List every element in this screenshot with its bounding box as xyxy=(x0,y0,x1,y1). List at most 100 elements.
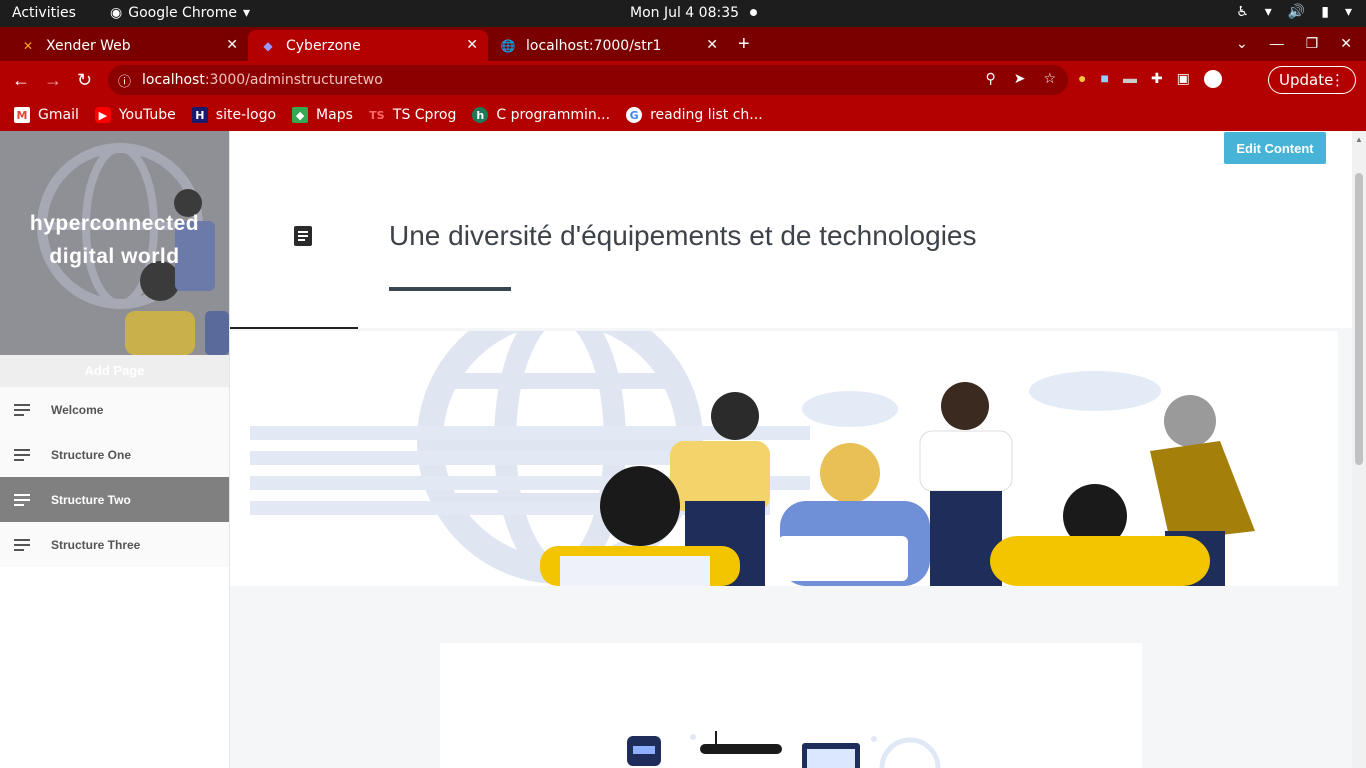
notification-dot xyxy=(750,9,757,16)
chrome-icon: ◉ xyxy=(110,5,123,21)
site-info-icon[interactable]: ⓘ xyxy=(118,71,131,90)
gmail-icon: M xyxy=(14,107,30,123)
close-icon[interactable]: ✕ xyxy=(706,37,718,53)
chevron-down-icon: ▾ xyxy=(1344,4,1352,20)
extension-glasses-icon[interactable]: ▬ xyxy=(1123,70,1137,88)
battery-icon[interactable]: ▮ xyxy=(1321,4,1329,20)
send-icon[interactable]: ➤ xyxy=(1014,71,1026,87)
add-page-button[interactable]: Add Page xyxy=(0,355,229,387)
avatar[interactable] xyxy=(1203,70,1222,88)
xender-icon: ✕ xyxy=(22,38,34,53)
content-header: Edit Content Une diversité d'équipements… xyxy=(230,131,1352,329)
page-title: Une diversité d'équipements et de techno… xyxy=(389,220,977,251)
bookmark-reading-list[interactable]: Greading list ch... xyxy=(626,107,763,123)
tab-strip: ✕ Xender Web ✕ ◆ Cyberzone ✕ 🌐 localhost… xyxy=(0,27,1366,61)
extension-box-icon[interactable]: ■ xyxy=(1100,70,1108,88)
sidebar: hyperconnected digital world Add Page We… xyxy=(0,131,230,768)
people-illustration xyxy=(250,331,1255,586)
scrollbar-thumb[interactable] xyxy=(1355,173,1363,465)
extensions-bar: ● ■ ▬ ✚ ▣ xyxy=(1078,70,1222,88)
bookmark-site-logo[interactable]: Hsite-logo xyxy=(191,107,276,123)
bookmark-ts-cprog[interactable]: TS TS Cprog xyxy=(369,107,456,123)
sidebar-item-welcome[interactable]: Welcome xyxy=(0,387,229,432)
bookmark-c-programming[interactable]: hC programmin... xyxy=(472,107,610,123)
chevron-down-icon: ▾ xyxy=(242,5,250,21)
sidebar-item-label: Welcome xyxy=(51,402,104,417)
omnibox-actions: ⚲ ➤ ☆ xyxy=(985,71,1056,87)
document-icon xyxy=(294,226,312,246)
bookmarks-bar: M Gmail ▶ YouTube Hsite-logo ◆ Maps TS TS Cp… xyxy=(0,99,1366,131)
ts-icon: TS xyxy=(369,108,385,122)
maps-icon: ◆ xyxy=(292,107,309,123)
sidebar-item-structure-two[interactable]: Structure Two xyxy=(0,477,229,522)
cyberzone-icon: ◆ xyxy=(263,38,273,53)
os-top-bar: Activities ◉ Google Chrome ▾ Mon Jul 4 0… xyxy=(0,0,1366,27)
bookmark-star-icon[interactable]: ☆ xyxy=(1043,71,1056,87)
back-icon[interactable]: ← xyxy=(12,70,30,91)
globe-icon: 🌐 xyxy=(500,38,516,53)
sidebar-hero: hyperconnected digital world xyxy=(0,131,229,355)
new-tab-button[interactable]: + xyxy=(738,33,750,56)
bookmark-maps[interactable]: ◆ Maps xyxy=(292,107,353,123)
tab-localhost[interactable]: 🌐 localhost:7000/str1 ✕ xyxy=(488,30,728,61)
puzzle-icon[interactable]: ✚ xyxy=(1151,70,1163,88)
close-icon[interactable]: ✕ xyxy=(466,37,478,53)
tab-title: Xender Web xyxy=(46,37,131,54)
c-prog-icon: h xyxy=(472,107,489,123)
menu-lines-icon xyxy=(14,491,30,509)
section-tab-indicator xyxy=(230,327,358,329)
zoom-icon[interactable]: ⚲ xyxy=(985,71,995,87)
sidebar-item-label: Structure Three xyxy=(51,537,141,552)
content-card xyxy=(440,643,1142,768)
extension-coin-icon[interactable]: ● xyxy=(1078,70,1086,88)
tab-xender[interactable]: ✕ Xender Web ✕ xyxy=(8,30,248,61)
address-bar[interactable]: ⓘ localhost:3000/adminstructuretwo ⚲ ➤ ☆ xyxy=(108,65,1068,95)
sidebar-item-label: Structure Two xyxy=(51,492,131,507)
window-controls: ⌄ — ❐ ✕ xyxy=(1236,35,1352,52)
volume-icon[interactable]: 🔊 xyxy=(1288,4,1305,20)
close-window-icon[interactable]: ✕ xyxy=(1340,35,1352,52)
sidebar-item-label: Structure One xyxy=(51,447,132,462)
tab-title: Cyberzone xyxy=(286,37,361,54)
close-icon[interactable]: ✕ xyxy=(226,37,238,53)
bookmark-youtube[interactable]: ▶ YouTube xyxy=(94,107,176,123)
minimize-icon[interactable]: — xyxy=(1270,35,1284,52)
tab-search-icon[interactable]: ⌄ xyxy=(1236,35,1248,52)
sidebar-item-structure-one[interactable]: Structure One xyxy=(0,432,229,477)
menu-lines-icon xyxy=(14,446,30,464)
youtube-icon: ▶ xyxy=(94,107,111,123)
chevron-down-icon: ▾ xyxy=(1264,4,1272,20)
sidebar-item-structure-three[interactable]: Structure Three xyxy=(0,522,229,567)
tab-title: localhost:7000/str1 xyxy=(526,37,662,54)
side-panel-icon[interactable]: ▣ xyxy=(1177,70,1190,88)
google-icon: G xyxy=(626,107,643,123)
update-label: Update xyxy=(1279,71,1334,89)
title-underline xyxy=(389,287,511,291)
menu-lines-icon xyxy=(14,401,30,419)
page-viewport: hyperconnected digital world Add Page We… xyxy=(0,131,1366,768)
accessibility-icon[interactable]: ♿ xyxy=(1236,4,1249,20)
site-logo-icon: H xyxy=(191,107,208,123)
toolbar: ← → ↻ ⓘ localhost:3000/adminstructuretwo… xyxy=(0,61,1366,99)
maximize-icon[interactable]: ❐ xyxy=(1306,35,1319,52)
devices-illustration xyxy=(627,731,941,768)
system-tray[interactable]: ♿ ▾ 🔊 ▮ ▾ xyxy=(1236,4,1352,20)
banner-image xyxy=(230,331,1338,586)
menu-lines-icon xyxy=(14,536,30,554)
url-text[interactable]: localhost:3000/adminstructuretwo xyxy=(142,72,383,88)
tab-cyberzone[interactable]: ◆ Cyberzone ✕ xyxy=(248,30,488,61)
page-scrollbar[interactable]: ▲ xyxy=(1352,131,1366,768)
main-content: Edit Content Une diversité d'équipements… xyxy=(230,131,1352,768)
reload-icon[interactable]: ↻ xyxy=(77,70,92,91)
edit-content-button[interactable]: Edit Content xyxy=(1224,132,1326,164)
sidebar-hero-title: hyperconnected digital world xyxy=(29,212,200,268)
more-menu-icon[interactable]: ⋮ xyxy=(1330,71,1345,89)
app-menu[interactable]: ◉ Google Chrome ▾ xyxy=(110,5,250,21)
activities-button[interactable]: Activities xyxy=(12,5,76,21)
forward-icon[interactable]: → xyxy=(44,70,62,91)
bookmark-gmail[interactable]: M Gmail xyxy=(14,107,79,123)
update-button[interactable]: Update ⋮ xyxy=(1268,66,1356,94)
clock[interactable]: Mon Jul 4 08:35 xyxy=(630,5,739,21)
scroll-up-icon[interactable]: ▲ xyxy=(1355,135,1363,144)
app-menu-label: Google Chrome xyxy=(128,5,237,21)
